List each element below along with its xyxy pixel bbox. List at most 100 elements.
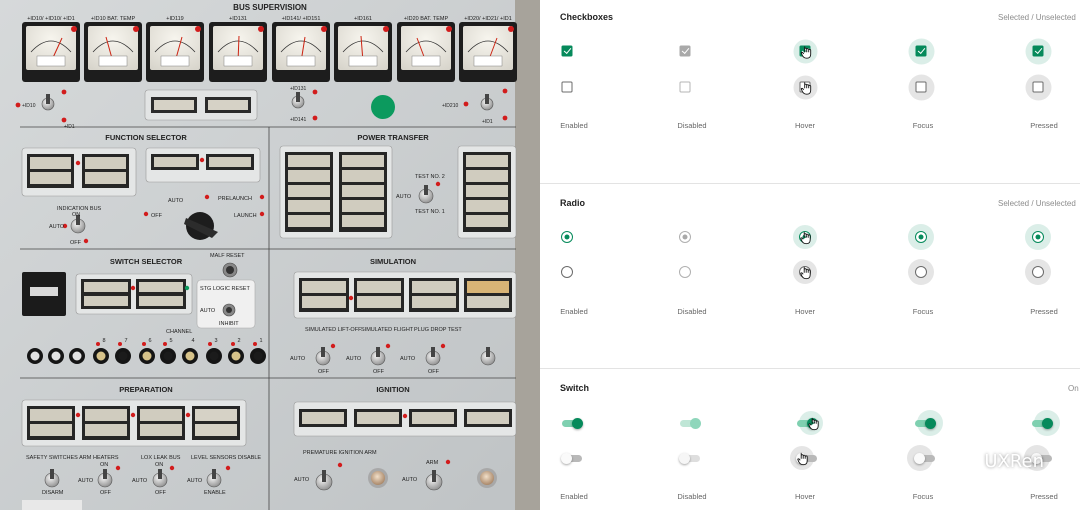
switch-selector-title: SWITCH SELECTOR (110, 257, 183, 266)
label-ch3: 3 (214, 338, 217, 344)
label-level-sensors: LEVEL SENSORS DISABLE (191, 455, 261, 461)
label-prelaunch: PRELAUNCH (218, 196, 252, 202)
switch-section: Switch On / Off Enabled Disabled Hover F… (540, 369, 1080, 510)
state-label-pressed: Pressed (1030, 121, 1058, 130)
state-label-enabled: Enabled (560, 307, 588, 316)
label-ch5: 5 (169, 338, 172, 344)
label-id141: +ID141 (290, 117, 306, 123)
hand-cursor-icon (800, 81, 811, 95)
meter-label-8: +ID20/ +ID21/ +ID1 (464, 16, 512, 22)
radio-title: Radio (560, 198, 586, 208)
label-safety-switches: SAFETY SWITCHES ARM (26, 455, 92, 461)
state-label-enabled: Enabled (560, 492, 588, 501)
watermark-text: UXRen (984, 450, 1044, 472)
label-ch6: 6 (148, 338, 151, 344)
radio-focus-selected[interactable] (915, 231, 927, 243)
switch-disabled-on (679, 417, 701, 429)
bus-supervision-title: BUS SUPERVISION (233, 3, 307, 12)
label-on-heaters: ON (100, 462, 108, 468)
label-on-lox: ON (155, 462, 163, 468)
selection-controls-panel: Checkboxes Selected / Unselected Enabled… (540, 0, 1080, 510)
state-label-focus: Focus (912, 492, 934, 501)
label-test-no2: TEST NO. 2 (415, 174, 445, 180)
label-malf-reset: MALF RESET (210, 253, 245, 259)
switch-enabled-off[interactable] (561, 452, 583, 464)
checkbox-focus-unselected[interactable] (915, 81, 927, 93)
label-auto-sim1: AUTO (290, 356, 306, 362)
ignition-title: IGNITION (376, 385, 409, 394)
label-heaters: HEATERS (93, 455, 119, 461)
label-id10: +ID10 (22, 103, 36, 109)
label-test-no1: TEST NO. 1 (415, 209, 445, 215)
label-id1-right: +ID1 (482, 119, 493, 125)
radio-focus-unselected[interactable] (915, 266, 927, 278)
checkbox-pressed-selected[interactable] (1032, 45, 1044, 57)
label-ch2: 2 (237, 338, 240, 344)
label-off-sim1: OFF (318, 369, 330, 375)
checkbox-disabled-unselected (679, 81, 691, 93)
switch-meta: On / Off (1068, 384, 1080, 393)
radio-meta: Selected / Unselected (998, 199, 1076, 208)
label-auto-prep2: AUTO (132, 478, 148, 484)
label-off-prep2: OFF (155, 490, 167, 496)
preparation-title: PREPARATION (119, 385, 172, 394)
label-ch8: 8 (102, 338, 105, 344)
hand-cursor-icon (800, 45, 811, 59)
state-label-hover: Hover (794, 492, 816, 501)
label-plug-drop: PLUG DROP TEST (414, 327, 462, 333)
meter-label-1: +ID10/ +ID10/ +ID1 (27, 16, 75, 22)
label-off-sim2: OFF (373, 369, 385, 375)
state-label-focus: Focus (912, 307, 934, 316)
checkbox-focus-selected[interactable] (915, 45, 927, 57)
label-enable: ENABLE (204, 490, 226, 496)
label-auto-prep1: AUTO (78, 478, 94, 484)
switch-pressed-on[interactable] (1031, 417, 1053, 429)
label-off-ind: OFF (70, 240, 82, 246)
checkboxes-meta: Selected / Unselected (998, 13, 1076, 22)
label-lox-leak: LOX LEAK BUS (141, 455, 181, 461)
state-label-pressed: Pressed (1030, 307, 1058, 316)
meter-label-3: +ID119 (166, 16, 183, 22)
label-auto-ign2: AUTO (402, 477, 418, 483)
hand-cursor-icon (800, 231, 811, 245)
radio-pressed-selected[interactable] (1032, 231, 1044, 243)
checkbox-enabled-selected[interactable] (561, 45, 573, 57)
label-sim-liftoff: SIMULATED LIFT-OFF (305, 327, 362, 333)
simulation-title: SIMULATION (370, 257, 416, 266)
function-selector-title: FUNCTION SELECTOR (105, 133, 187, 142)
label-inhibit: INHIBIT (219, 321, 239, 327)
switch-focus-on[interactable] (914, 417, 936, 429)
meter-label-7: +ID20 BAT. TEMP (404, 16, 449, 22)
meter-label-6: +ID161 (354, 16, 372, 22)
label-ch1: 1 (259, 338, 262, 344)
label-id210: +ID210 (442, 103, 458, 109)
state-label-enabled: Enabled (560, 121, 588, 130)
radio-enabled-unselected[interactable] (561, 266, 573, 278)
switch-title: Switch (560, 383, 590, 393)
label-off-prep1: OFF (100, 490, 112, 496)
radio-disabled-unselected (679, 266, 691, 278)
meter-label-4: +ID131 (229, 16, 247, 22)
radio-pressed-unselected[interactable] (1032, 266, 1044, 278)
radio-enabled-selected[interactable] (561, 231, 573, 243)
label-auto-ind: AUTO (49, 224, 65, 230)
state-label-pressed: Pressed (1030, 492, 1058, 501)
checkbox-disabled-selected (679, 45, 691, 57)
label-stg-logic-reset: STG LOGIC RESET (200, 286, 250, 292)
checkbox-pressed-unselected[interactable] (1032, 81, 1044, 93)
label-auto-sim3: AUTO (400, 356, 416, 362)
hand-cursor-icon (797, 452, 808, 466)
label-auto-sim2: AUTO (346, 356, 362, 362)
radio-disabled-selected (679, 231, 691, 243)
control-panel-photo: BUS SUPERVISION +ID10/ +ID10/ +ID1 +ID10… (0, 0, 540, 510)
switch-focus-off[interactable] (914, 452, 936, 464)
switch-disabled-off (679, 452, 701, 464)
label-arm: ARM (426, 460, 439, 466)
label-ch7: 7 (124, 338, 127, 344)
label-channel: CHANNEL (166, 329, 192, 335)
switch-enabled-on[interactable] (561, 417, 583, 429)
watermark: UXRen (952, 450, 1044, 472)
state-label-hover: Hover (794, 307, 816, 316)
label-sim-flight: SIMULATED FLIGHT (361, 327, 414, 333)
checkbox-enabled-unselected[interactable] (561, 81, 573, 93)
